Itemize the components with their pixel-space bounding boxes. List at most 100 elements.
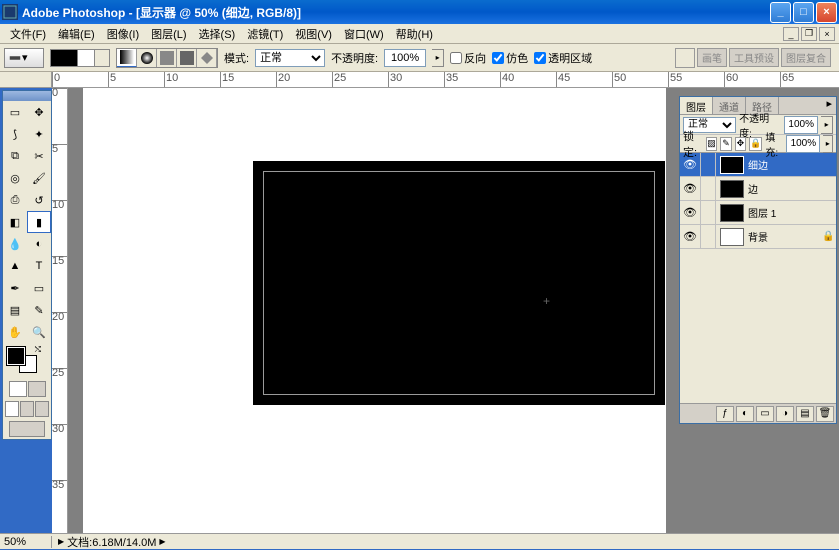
layer-row[interactable]: 👁边 [680, 177, 836, 201]
tab-layers[interactable]: 图层 [680, 97, 713, 114]
layer-row[interactable]: 👁 细边 [680, 153, 836, 177]
delete-layer-button[interactable]: 🗑 [816, 406, 834, 422]
jump-to-imageready-button[interactable] [9, 421, 45, 437]
layer-thumbnail[interactable] [720, 180, 744, 198]
menu-view[interactable]: 视图(V) [289, 24, 338, 44]
menu-layer[interactable]: 图层(L) [145, 24, 192, 44]
healing-tool[interactable]: ◎ [3, 167, 27, 189]
layer-mask-button[interactable]: ◐ [736, 406, 754, 422]
pen-tool[interactable]: ✒ [3, 277, 27, 299]
shape-tool[interactable]: ▭ [27, 277, 51, 299]
gradient-radial[interactable] [137, 49, 157, 67]
lock-all-icon[interactable]: 🔒 [749, 137, 762, 151]
move-tool[interactable]: ✥ [27, 101, 51, 123]
minimize-button[interactable]: _ [770, 2, 791, 23]
link-cell[interactable] [700, 201, 716, 224]
status-menu-icon[interactable]: ▶ [159, 537, 165, 546]
link-cell[interactable] [700, 225, 716, 248]
maximize-button[interactable]: □ [793, 2, 814, 23]
opacity-flyout[interactable]: ▸ [432, 49, 444, 67]
layer-name[interactable]: 图层 1 [748, 205, 822, 220]
gradient-tool[interactable]: ▮ [27, 211, 51, 233]
visibility-icon[interactable]: 👁 [680, 206, 700, 219]
gradient-angle[interactable] [157, 49, 177, 67]
visibility-icon[interactable]: 👁 [680, 158, 700, 171]
eraser-tool[interactable]: ◧ [3, 211, 27, 233]
layer-style-button[interactable]: ƒ [716, 406, 734, 422]
path-select-tool[interactable]: ▲ [3, 255, 27, 277]
fill-flyout[interactable]: ▸ [823, 135, 833, 153]
screen-full-menubar-button[interactable] [20, 401, 34, 417]
opacity-input[interactable] [384, 49, 426, 67]
layer-opacity-flyout[interactable]: ▸ [821, 116, 833, 134]
blur-tool[interactable]: 💧 [3, 233, 27, 255]
history-brush-tool[interactable]: ↺ [27, 189, 51, 211]
reverse-checkbox[interactable]: 反向 [450, 50, 486, 66]
menu-help[interactable]: 帮助(H) [390, 24, 439, 44]
stamp-tool[interactable]: ⎙ [3, 189, 27, 211]
layer-opacity-input[interactable] [784, 116, 818, 134]
panel-menu-icon[interactable]: ▸ [822, 97, 836, 114]
tool-preset-picker[interactable]: ▾ [4, 48, 44, 68]
toggle-palettes-icon[interactable] [675, 48, 695, 68]
lasso-tool[interactable]: ⟆ [3, 123, 27, 145]
layer-thumbnail[interactable] [720, 228, 744, 246]
zoom-tool[interactable]: 🔍 [27, 321, 51, 343]
menu-edit[interactable]: 编辑(E) [52, 24, 101, 44]
swap-colors-icon[interactable]: ⤭ [35, 345, 41, 355]
menu-window[interactable]: 窗口(W) [338, 24, 390, 44]
doc-minimize-button[interactable]: _ [783, 27, 799, 41]
layer-name[interactable]: 细边 [748, 157, 822, 172]
fill-input[interactable] [786, 135, 820, 153]
lock-position-icon[interactable]: ✥ [735, 137, 746, 151]
well-layer-comps[interactable]: 图层复合 [781, 48, 831, 67]
marquee-tool[interactable]: ▭ [3, 101, 27, 123]
menu-select[interactable]: 选择(S) [193, 24, 242, 44]
screen-standard-button[interactable] [5, 401, 19, 417]
layer-row[interactable]: 👁 图层 1 [680, 201, 836, 225]
screen-full-button[interactable] [35, 401, 49, 417]
layer-thumbnail[interactable] [720, 156, 744, 174]
link-cell[interactable] [700, 153, 716, 176]
type-tool[interactable]: T [27, 255, 51, 277]
menu-file[interactable]: 文件(F) [4, 24, 52, 44]
well-brushes[interactable]: 画笔 [697, 48, 727, 67]
layer-thumbnail[interactable] [720, 204, 744, 222]
crop-tool[interactable]: ⧉ [3, 145, 27, 167]
close-button[interactable]: × [816, 2, 837, 23]
doc-close-button[interactable]: × [819, 27, 835, 41]
notes-tool[interactable]: ▤ [3, 299, 27, 321]
gradient-diamond[interactable] [197, 49, 217, 67]
layer-set-button[interactable]: ▭ [756, 406, 774, 422]
layer-name[interactable]: 边 [748, 181, 822, 196]
dither-checkbox[interactable]: 仿色 [492, 50, 528, 66]
zoom-level[interactable]: 50% [0, 536, 52, 548]
lock-pixels-icon[interactable]: ✎ [720, 137, 731, 151]
status-flyout-icon[interactable]: ▶ [58, 537, 64, 546]
gradient-linear[interactable] [117, 49, 137, 67]
ruler-origin[interactable] [0, 72, 52, 88]
link-cell[interactable] [700, 177, 716, 200]
blend-mode-select[interactable]: 正常 [255, 49, 325, 67]
visibility-icon[interactable]: 👁 [680, 182, 700, 195]
foreground-color[interactable] [7, 347, 25, 365]
lock-transparency-icon[interactable]: ▨ [706, 137, 717, 151]
gradient-reflected[interactable] [177, 49, 197, 67]
adjustment-layer-button[interactable]: ◑ [776, 406, 794, 422]
quickmask-mode-button[interactable] [28, 381, 46, 397]
toolbox-grip[interactable] [3, 91, 51, 101]
layer-name[interactable]: 背景 [748, 229, 822, 244]
standard-mode-button[interactable] [9, 381, 27, 397]
menu-image[interactable]: 图像(I) [101, 24, 145, 44]
document-canvas[interactable]: + [83, 88, 666, 533]
new-layer-button[interactable]: ▤ [796, 406, 814, 422]
brush-tool[interactable]: 🖌 [27, 167, 51, 189]
eyedropper-tool[interactable]: ✎ [27, 299, 51, 321]
horizontal-ruler[interactable]: 05101520253035404550556065 [52, 72, 839, 88]
well-tool-presets[interactable]: 工具预设 [729, 48, 779, 67]
transparency-checkbox[interactable]: 透明区域 [534, 50, 592, 66]
layer-row[interactable]: 👁背景🔒 [680, 225, 836, 249]
dodge-tool[interactable]: ◐ [27, 233, 51, 255]
wand-tool[interactable]: ✦ [27, 123, 51, 145]
slice-tool[interactable]: ✂ [27, 145, 51, 167]
